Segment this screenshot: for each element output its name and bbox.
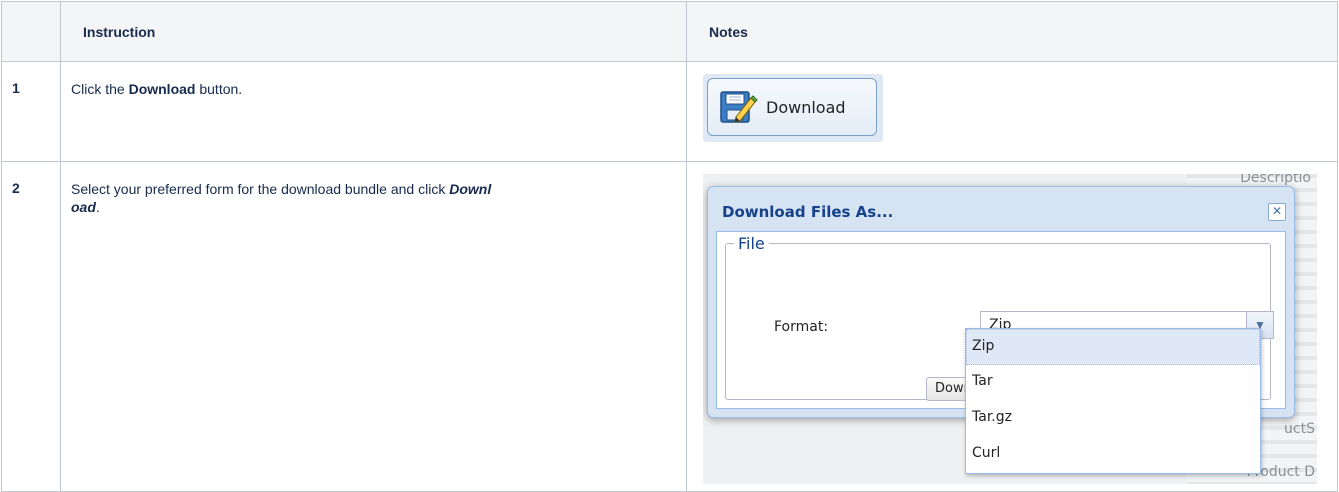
close-icon[interactable]: ✕: [1268, 203, 1286, 221]
dialog-title: Download Files As...: [722, 203, 894, 221]
format-dropdown-list: Zip Tar Tar.gz Curl: [965, 328, 1261, 474]
header-notes: Notes: [686, 1, 1338, 62]
download-button-screenshot: Download: [703, 74, 883, 142]
format-option-targz[interactable]: Tar.gz: [966, 401, 1260, 437]
download-button-label: Download: [766, 97, 846, 117]
step-number: 1: [1, 61, 61, 162]
instruction-bold-italic: Downl: [449, 181, 492, 197]
format-option-curl[interactable]: Curl: [966, 437, 1260, 473]
fieldset-legend: File: [738, 234, 765, 253]
format-option-zip[interactable]: Zip: [966, 329, 1260, 365]
header-instruction: Instruction: [60, 1, 687, 62]
instruction-bold-italic: oad: [71, 199, 96, 215]
download-button[interactable]: Download: [707, 78, 877, 136]
format-option-tar[interactable]: Tar: [966, 365, 1260, 401]
step-notes: Descriptio uctS Product D Download Files…: [686, 161, 1338, 492]
step-instruction: Click the Download button.: [60, 61, 687, 162]
download-dialog-screenshot: Descriptio uctS Product D Download Files…: [703, 174, 1317, 484]
instruction-text: Select your preferred form for the downl…: [71, 181, 450, 197]
step-instruction: Select your preferred form for the downl…: [60, 161, 687, 492]
header-number: [1, 1, 61, 62]
step-notes: Download: [686, 61, 1338, 162]
instruction-text: .: [95, 199, 100, 215]
instruction-text: Click the: [71, 81, 129, 97]
instructions-table: Instruction Notes 1 Click the Download b…: [1, 1, 1338, 492]
instruction-bold: Download: [128, 81, 196, 97]
step-number: 2: [1, 161, 61, 492]
background-text: Descriptio: [1240, 174, 1311, 186]
table-row: 1 Click the Download button. Download: [1, 61, 1338, 162]
table-header-row: Instruction Notes: [1, 1, 1338, 62]
format-label: Format:: [774, 319, 829, 335]
table-row: 2 Select your preferred form for the dow…: [1, 161, 1338, 492]
instruction-text: button.: [195, 81, 243, 97]
save-edit-icon: [720, 91, 758, 123]
background-text: uctS: [1284, 421, 1315, 437]
